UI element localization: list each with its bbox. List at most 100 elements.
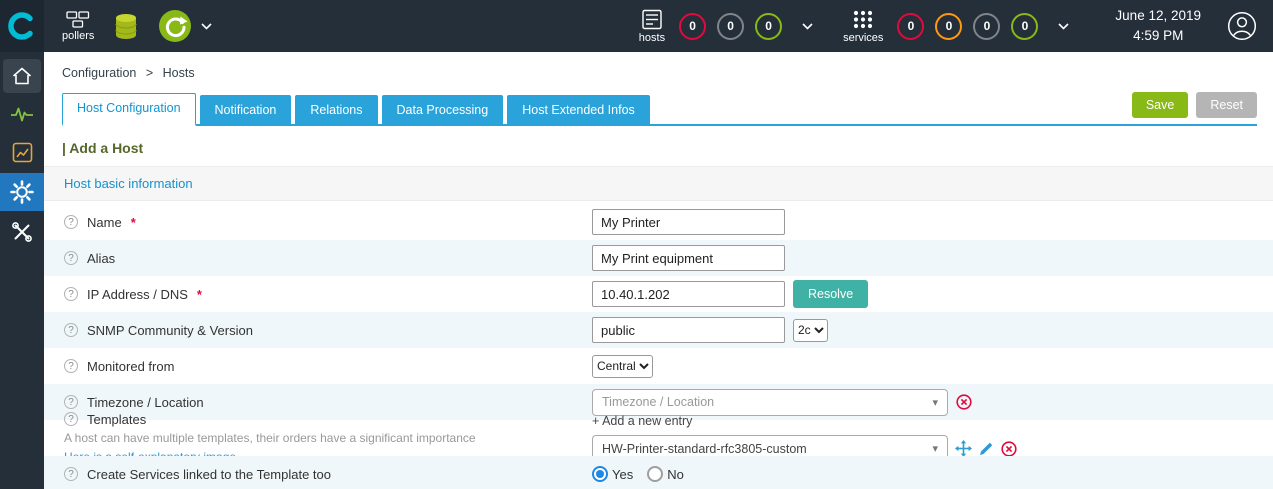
- centreon-logo-icon: [8, 12, 33, 40]
- sidebar-item-monitoring[interactable]: [0, 95, 44, 133]
- hosts-counters: 0 0 0: [679, 12, 813, 40]
- templates-label: Templates: [87, 411, 147, 427]
- chevron-down-icon: ▾: [932, 443, 938, 455]
- services-critical-counter[interactable]: 0: [897, 12, 925, 40]
- alias-input[interactable]: [592, 245, 785, 271]
- form-row-create-services: ? Create Services linked to the Template…: [44, 456, 1273, 489]
- current-time: 4:59 PM: [1133, 28, 1184, 43]
- ip-label: IP Address / DNS: [87, 286, 188, 302]
- services-ok-counter[interactable]: 0: [1011, 12, 1039, 40]
- tab-relations[interactable]: Relations: [295, 95, 378, 124]
- services-menu[interactable]: services: [843, 9, 883, 44]
- sidebar-item-administration[interactable]: [0, 213, 44, 251]
- move-icon[interactable]: [955, 440, 972, 457]
- tab-host-extended-infos[interactable]: Host Extended Infos: [507, 95, 650, 124]
- monitored-from-select[interactable]: Central: [592, 354, 653, 378]
- services-icon: [854, 10, 873, 28]
- chevron-down-icon[interactable]: [802, 22, 813, 30]
- sidebar-item-configuration[interactable]: [0, 173, 44, 211]
- hosts-up-counter[interactable]: 0: [755, 12, 783, 40]
- template-selected-value: HW-Printer-standard-rfc3805-custom: [602, 441, 807, 456]
- chevron-down-icon[interactable]: [201, 22, 212, 30]
- snmp-community-input[interactable]: [592, 317, 785, 343]
- sidebar-item-home[interactable]: [3, 59, 41, 93]
- user-icon: [1227, 11, 1257, 41]
- help-icon[interactable]: ?: [64, 359, 78, 373]
- form-row-monitored-from: ? Monitored from Central: [44, 348, 1273, 384]
- clock: June 12, 2019 4:59 PM: [1115, 6, 1201, 45]
- radio-no-label: No: [667, 466, 684, 482]
- services-counters: 0 0 0 0: [897, 12, 1069, 40]
- help-icon[interactable]: ?: [64, 215, 78, 229]
- sidebar: [0, 52, 44, 489]
- create-services-label: Create Services linked to the Template t…: [87, 466, 332, 482]
- hosts-menu[interactable]: hosts: [639, 9, 665, 44]
- delete-icon[interactable]: [1001, 440, 1017, 457]
- chart-icon: [12, 142, 32, 162]
- pollers-icon: [66, 10, 90, 28]
- sidebar-item-reporting[interactable]: [0, 133, 44, 171]
- radio-yes[interactable]: [592, 466, 608, 482]
- required-asterisk: *: [196, 286, 202, 302]
- sync-status[interactable]: [158, 9, 212, 43]
- alias-label: Alias: [87, 250, 116, 266]
- reset-button[interactable]: Reset: [1196, 92, 1257, 118]
- breadcrumb: Configuration > Hosts: [44, 52, 1273, 80]
- page-title: | Add a Host: [62, 140, 144, 156]
- pollers-label: pollers: [62, 29, 95, 42]
- centreon-logo[interactable]: [0, 0, 44, 52]
- radio-no[interactable]: [647, 466, 664, 482]
- services-label: services: [843, 31, 884, 44]
- help-icon[interactable]: ?: [64, 251, 78, 265]
- hosts-label: hosts: [638, 31, 666, 44]
- radio-yes-label: Yes: [612, 466, 634, 482]
- heartbeat-icon: [11, 107, 33, 122]
- breadcrumb-hosts[interactable]: Hosts: [163, 66, 195, 80]
- gear-icon: [10, 180, 34, 204]
- save-button[interactable]: Save: [1131, 92, 1189, 118]
- hosts-icon: [642, 9, 662, 29]
- topbar-left-group: pollers: [62, 9, 212, 43]
- services-warning-counter[interactable]: 0: [935, 12, 963, 40]
- hosts-critical-counter[interactable]: 0: [679, 12, 707, 40]
- form-row-name: ? Name *: [44, 204, 1273, 240]
- add-template-entry-link[interactable]: + Add a new entry: [592, 414, 692, 428]
- monitored-from-label: Monitored from: [87, 358, 175, 374]
- help-icon[interactable]: ?: [64, 323, 78, 337]
- services-unknown-counter[interactable]: 0: [973, 12, 1001, 40]
- chevron-down-icon[interactable]: [1058, 22, 1069, 30]
- name-input[interactable]: [592, 209, 785, 235]
- home-icon: [12, 67, 32, 85]
- top-bar: pollers hosts 0 0 0 services 0 0 0 0 Jun…: [0, 0, 1273, 52]
- breadcrumb-configuration[interactable]: Configuration: [62, 66, 136, 80]
- snmp-label: SNMP Community & Version: [87, 322, 253, 338]
- pollers-menu[interactable]: pollers: [62, 10, 95, 42]
- name-label: Name: [87, 214, 122, 230]
- tab-data-processing[interactable]: Data Processing: [381, 95, 504, 124]
- user-profile-button[interactable]: [1227, 11, 1257, 41]
- templates-help-text: A host can have multiple templates, thei…: [64, 430, 476, 445]
- form-row-alias: ? Alias: [44, 240, 1273, 276]
- form-row-templates: ? Templates A host can have multiple tem…: [44, 412, 1273, 464]
- database-icon: [115, 13, 138, 39]
- tab-host-configuration[interactable]: Host Configuration: [62, 93, 196, 126]
- form-row-ip: ? IP Address / DNS * Resolve: [44, 276, 1273, 312]
- database-status[interactable]: [114, 13, 138, 40]
- snmp-version-select[interactable]: 2c: [793, 318, 828, 342]
- current-date: June 12, 2019: [1115, 8, 1201, 24]
- required-asterisk: *: [130, 214, 136, 230]
- help-icon[interactable]: ?: [64, 287, 78, 301]
- main-content: Configuration > Hosts Host Configuration…: [44, 52, 1273, 489]
- form-row-snmp: ? SNMP Community & Version 2c: [44, 312, 1273, 348]
- tab-notification[interactable]: Notification: [199, 95, 292, 124]
- section-header: Host basic information: [44, 166, 1273, 201]
- edit-icon[interactable]: [979, 441, 994, 456]
- sync-ok-icon: [159, 10, 192, 42]
- help-icon[interactable]: ?: [64, 467, 78, 481]
- help-icon[interactable]: ?: [64, 412, 78, 427]
- breadcrumb-separator: >: [145, 66, 154, 80]
- hosts-unreachable-counter[interactable]: 0: [717, 12, 745, 40]
- wrench-icon: [12, 222, 32, 242]
- resolve-button[interactable]: Resolve: [793, 280, 869, 308]
- ip-input[interactable]: [592, 281, 785, 307]
